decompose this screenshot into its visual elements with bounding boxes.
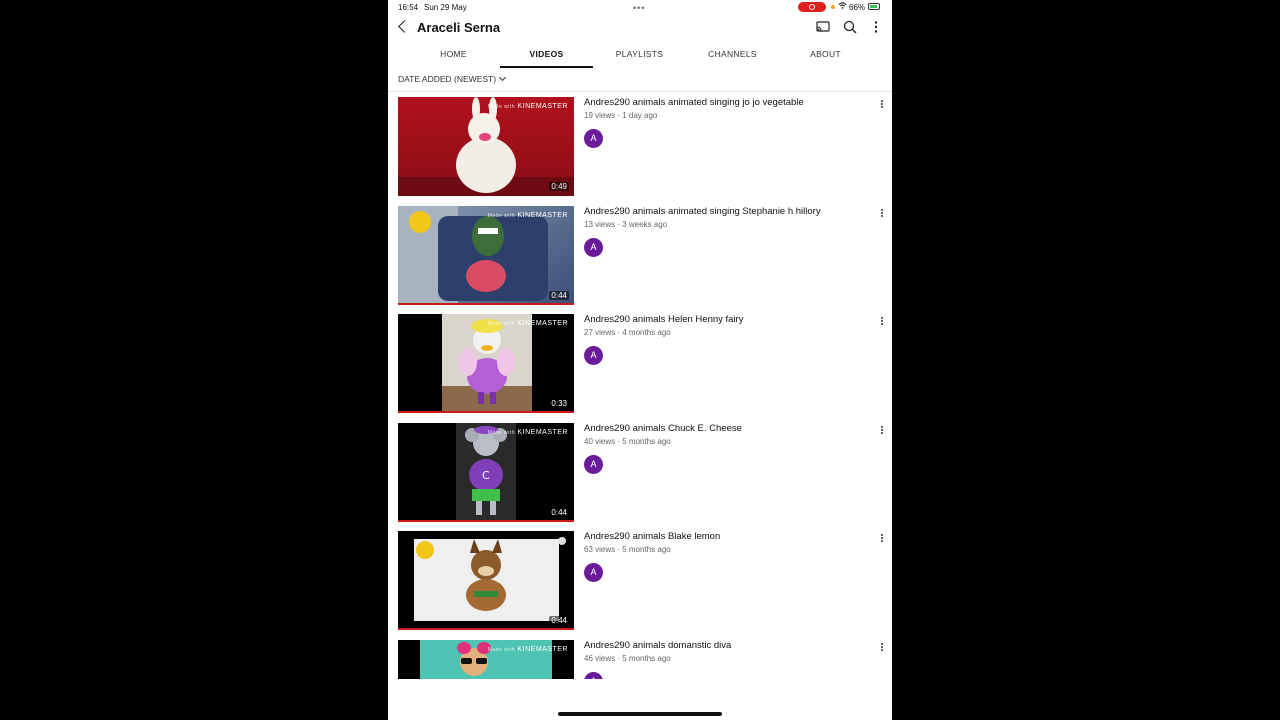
search-icon[interactable] xyxy=(841,18,859,36)
video-menu-icon[interactable] xyxy=(878,425,886,437)
video-title[interactable]: Andres290 animals animated singing Steph… xyxy=(584,206,864,217)
video-meta: 40 views · 5 months ago xyxy=(584,437,671,446)
channel-avatar[interactable]: A xyxy=(584,672,603,679)
video-item[interactable]: 0:44 Andres290 animals Blake lemon 63 vi… xyxy=(388,531,892,631)
video-menu-icon[interactable] xyxy=(878,533,886,545)
video-menu-icon[interactable] xyxy=(878,316,886,328)
video-thumbnail[interactable]: Made with KINEMASTER 0:33 xyxy=(398,314,574,413)
video-meta: 63 views · 5 months ago xyxy=(584,545,671,554)
thumbnail-image: C xyxy=(456,423,516,522)
video-thumbnail[interactable]: Made with KINEMASTER 0:49 xyxy=(398,97,574,196)
video-menu-icon[interactable] xyxy=(878,99,886,111)
video-meta: 19 views · 1 day ago xyxy=(584,111,658,120)
svg-text:C: C xyxy=(482,469,490,482)
kinemaster-watermark: Made with KINEMASTER xyxy=(487,320,568,327)
video-thumbnail[interactable]: Made with KINEMASTER 0:44 xyxy=(398,206,574,305)
sort-label: DATE ADDED (NEWEST) xyxy=(398,74,497,84)
watched-progress-bar xyxy=(398,411,574,413)
back-button[interactable] xyxy=(396,18,410,36)
tab-playlists[interactable]: PLAYLISTS xyxy=(593,44,686,68)
thumbnail-image xyxy=(414,537,566,621)
video-menu-icon[interactable] xyxy=(878,642,886,654)
channel-name: Araceli Serna xyxy=(417,20,501,35)
battery-icon xyxy=(868,3,880,10)
video-item[interactable]: Made with KINEMASTER 0:49 Andres290 anim… xyxy=(388,97,892,197)
cast-icon[interactable] xyxy=(814,18,832,36)
channel-avatar[interactable]: A xyxy=(584,129,603,148)
tab-videos[interactable]: VIDEOS xyxy=(500,44,593,68)
thumbnail-image xyxy=(398,97,574,196)
status-date: Sun 29 May xyxy=(424,3,467,12)
video-item[interactable]: Made with KINEMASTER Andres290 animals d… xyxy=(388,640,892,679)
video-duration: 0:44 xyxy=(549,616,569,625)
multitasking-dots-icon[interactable]: ••• xyxy=(633,3,645,13)
video-title[interactable]: Andres290 animals Blake lemon xyxy=(584,531,864,542)
video-thumbnail[interactable]: Made with KINEMASTER xyxy=(398,640,574,679)
video-item[interactable]: Made with KINEMASTER 0:44 Andres290 anim… xyxy=(388,206,892,306)
channel-tabs: HOME VIDEOS PLAYLISTS CHANNELS ABOUT xyxy=(388,44,892,68)
video-duration: 0:44 xyxy=(549,508,569,517)
tab-about[interactable]: ABOUT xyxy=(779,44,872,68)
privacy-indicator-icon xyxy=(831,5,835,9)
video-item[interactable]: Made with KINEMASTER 0:33 Andres290 anim… xyxy=(388,314,892,414)
video-meta: 46 views · 5 months ago xyxy=(584,654,671,663)
home-indicator[interactable] xyxy=(558,712,722,716)
video-title[interactable]: Andres290 animals domanstic diva xyxy=(584,640,864,651)
kinemaster-watermark: Made with KINEMASTER xyxy=(487,103,568,110)
status-time: 16:54 xyxy=(398,3,419,12)
video-duration: 0:49 xyxy=(549,182,569,191)
channel-avatar[interactable]: A xyxy=(584,455,603,474)
video-thumbnail[interactable]: 0:44 xyxy=(398,531,574,630)
video-thumbnail[interactable]: C Made with KINEMASTER 0:44 xyxy=(398,423,574,522)
video-title[interactable]: Andres290 animals Chuck E. Cheese xyxy=(584,423,864,434)
watched-progress-bar xyxy=(398,303,574,305)
sort-dropdown[interactable]: DATE ADDED (NEWEST) xyxy=(398,73,507,84)
video-menu-icon[interactable] xyxy=(878,208,886,220)
video-duration: 0:44 xyxy=(549,291,569,300)
channel-avatar[interactable]: A xyxy=(584,238,603,257)
divider xyxy=(388,91,892,92)
kinemaster-watermark: Made with KINEMASTER xyxy=(487,646,568,653)
kinemaster-watermark: Made with KINEMASTER xyxy=(487,212,568,219)
channel-avatar[interactable]: A xyxy=(584,346,603,365)
video-duration: 0:33 xyxy=(549,399,569,408)
thumbnail-image xyxy=(398,206,548,305)
watched-progress-bar xyxy=(398,520,574,522)
chevron-down-icon xyxy=(499,73,507,82)
screen-recording-icon[interactable] xyxy=(798,2,826,12)
more-options-icon[interactable] xyxy=(867,18,885,36)
thumbnail-image xyxy=(442,314,532,413)
watched-progress-bar xyxy=(398,628,574,630)
video-title[interactable]: Andres290 animals animated singing jo jo… xyxy=(584,97,864,108)
video-meta: 27 views · 4 months ago xyxy=(584,328,671,337)
video-title[interactable]: Andres290 animals Helen Henny fairy xyxy=(584,314,864,325)
tab-home[interactable]: HOME xyxy=(407,44,500,68)
youtube-app-screen: 16:54 Sun 29 May ••• 66% Araceli Serna H… xyxy=(388,0,892,720)
video-meta: 13 views · 3 weeks ago xyxy=(584,220,668,229)
status-bar: 16:54 Sun 29 May ••• 66% xyxy=(388,0,892,14)
channel-avatar[interactable]: A xyxy=(584,563,603,582)
tab-channels[interactable]: CHANNELS xyxy=(686,44,779,68)
wifi-icon xyxy=(838,1,847,12)
video-item[interactable]: C Made with KINEMASTER 0:44 Andres290 an… xyxy=(388,423,892,523)
battery-percent: 66% xyxy=(849,3,866,12)
channel-header: Araceli Serna xyxy=(388,14,892,42)
kinemaster-watermark: Made with KINEMASTER xyxy=(487,429,568,436)
